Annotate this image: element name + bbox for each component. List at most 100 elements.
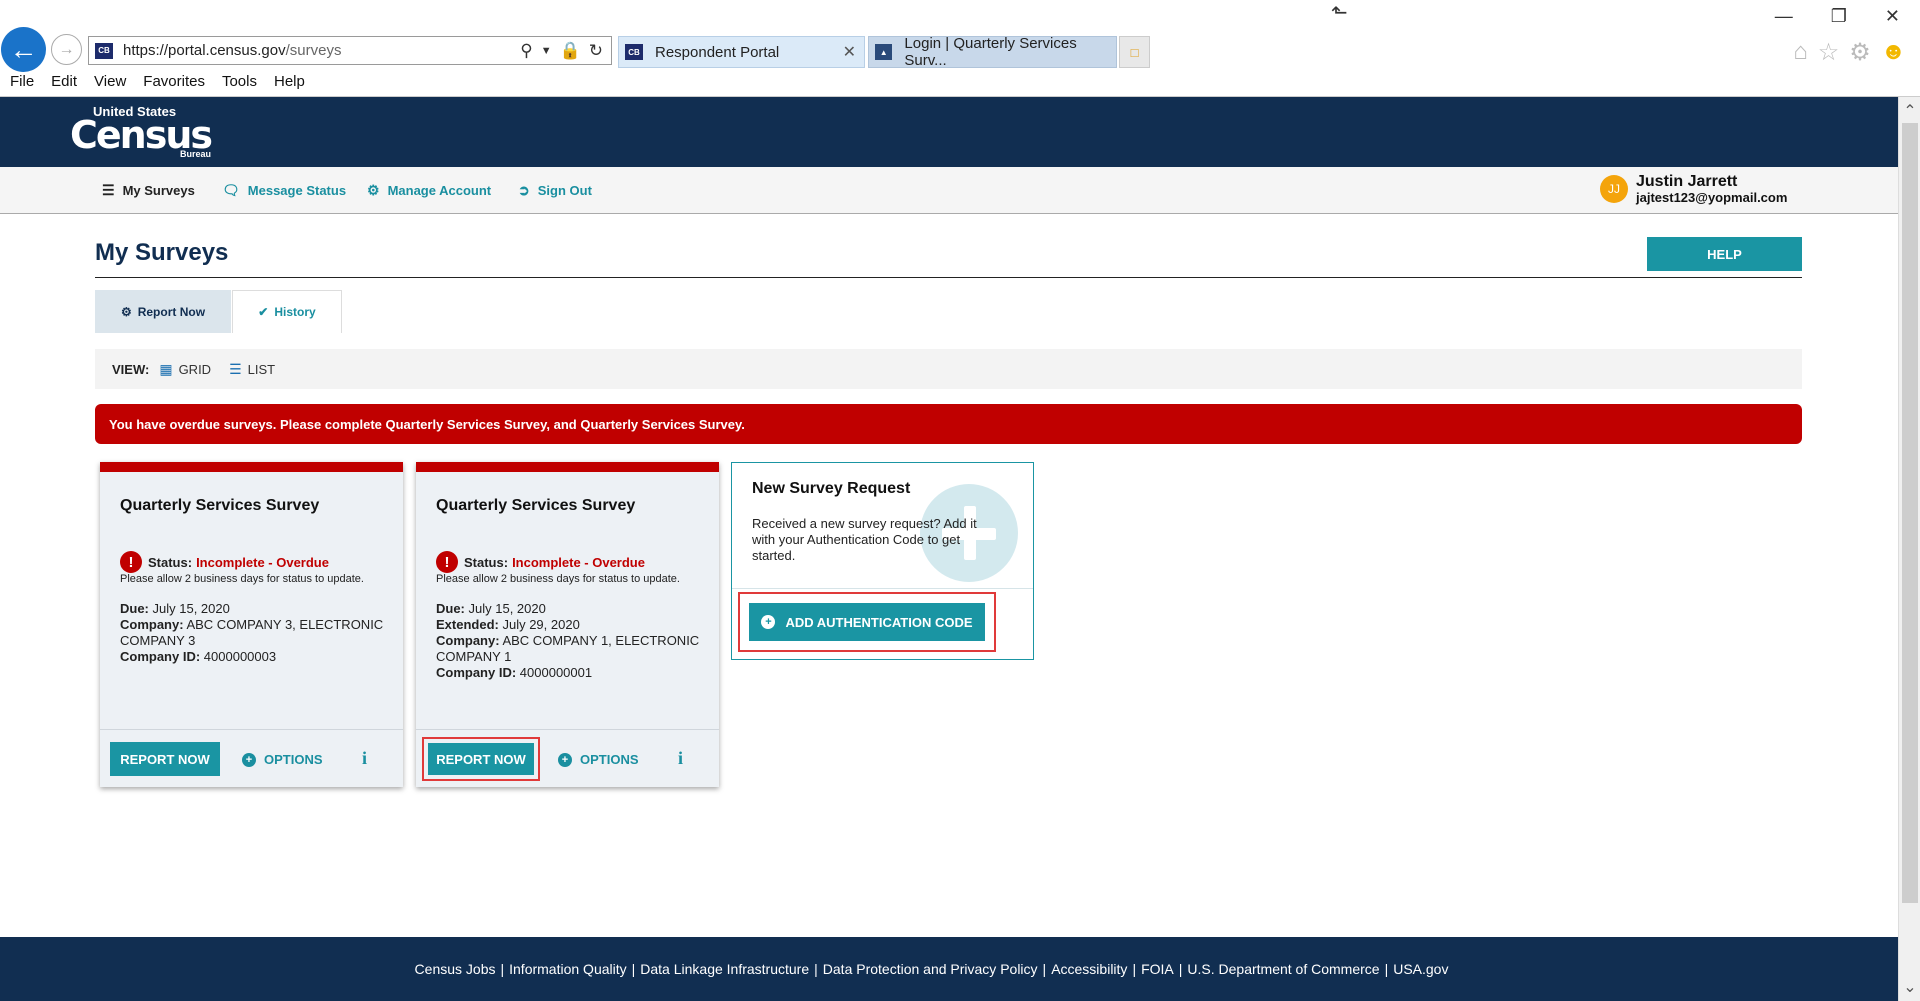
new-survey-title: New Survey Request: [752, 480, 911, 497]
new-survey-description: Received a new survey request? Add it wi…: [752, 516, 977, 563]
gear-icon[interactable]: ⚙: [1849, 38, 1871, 67]
footer-link-commerce[interactable]: U.S. Department of Commerce: [1187, 961, 1379, 977]
footer-separator: |: [1384, 961, 1389, 977]
menu-view[interactable]: View: [94, 73, 126, 90]
lock-icon[interactable]: 🔒: [560, 41, 581, 61]
nav-label: Sign Out: [537, 183, 592, 198]
options-button[interactable]: + OPTIONS: [242, 752, 323, 767]
close-window-icon[interactable]: ✕: [1885, 6, 1900, 27]
arrow-left-icon: ←: [9, 33, 38, 65]
view-grid-option[interactable]: ▦ GRID: [159, 361, 211, 378]
survey-card: Quarterly Services Survey ! Status: Inco…: [100, 462, 403, 787]
due-date: July 15, 2020: [152, 601, 230, 616]
due-label: Due:: [436, 601, 465, 616]
survey-status: ! Status: Incomplete - Overdue: [120, 551, 329, 573]
user-profile[interactable]: JJ Justin Jarrett jajtest123@yopmail.com: [1600, 173, 1787, 205]
due-date: July 15, 2020: [468, 601, 546, 616]
survey-details: Due: July 15, 2020 Company: ABC COMPANY …: [120, 601, 390, 665]
home-icon[interactable]: ⌂: [1793, 38, 1808, 67]
list-icon: ☰: [102, 182, 115, 198]
footer-link-information-quality[interactable]: Information Quality: [509, 961, 627, 977]
tab-favicon-icon: CB: [625, 44, 643, 60]
tab-label: History: [274, 305, 316, 319]
footer-link-foia[interactable]: FOIA: [1141, 961, 1174, 977]
options-label: OPTIONS: [580, 752, 639, 767]
view-list-option[interactable]: ☰ LIST: [229, 361, 275, 378]
minimize-icon[interactable]: —: [1775, 6, 1793, 27]
footer-link-accessibility[interactable]: Accessibility: [1051, 961, 1127, 977]
footer-link-census-jobs[interactable]: Census Jobs: [415, 961, 496, 977]
report-now-button[interactable]: REPORT NOW: [110, 742, 220, 776]
footer-link-usa-gov[interactable]: USA.gov: [1393, 961, 1448, 977]
card-footer: REPORT NOW + OPTIONS i: [416, 729, 719, 787]
plus-circle-icon: +: [242, 752, 256, 767]
survey-title: Quarterly Services Survey: [436, 497, 636, 514]
plus-circle-icon: +: [761, 615, 776, 629]
footer-separator: |: [500, 961, 505, 977]
status-label: Status:: [148, 554, 193, 570]
footer-separator: |: [1178, 961, 1183, 977]
scrollbar-thumb[interactable]: [1902, 123, 1918, 903]
menu-help[interactable]: Help: [274, 73, 305, 90]
menu-file[interactable]: File: [10, 73, 34, 90]
browser-tab-respondent-portal[interactable]: CB Respondent Portal ✕: [618, 36, 865, 68]
company-label: Company:: [120, 617, 184, 632]
info-icon[interactable]: i: [362, 748, 367, 769]
avatar: JJ: [1600, 175, 1628, 203]
button-label: ADD AUTHENTICATION CODE: [785, 614, 973, 630]
smiley-icon[interactable]: ☻: [1881, 38, 1906, 67]
nav-label: My Surveys: [122, 183, 195, 198]
top-navigation: ☰ My Surveys 🗨 Message Status ⚙ Manage A…: [0, 167, 1898, 214]
help-button[interactable]: HELP: [1647, 237, 1802, 271]
scroll-down-icon[interactable]: ⌄: [1899, 977, 1920, 997]
options-button[interactable]: + OPTIONS: [558, 752, 639, 767]
address-url[interactable]: https://portal.census.gov/surveys: [123, 42, 520, 59]
page-title: My Surveys: [95, 239, 229, 266]
tab-history[interactable]: ✔ History: [232, 290, 342, 333]
footer-link-privacy-policy[interactable]: Data Protection and Privacy Policy: [823, 961, 1038, 977]
menu-edit[interactable]: Edit: [51, 73, 77, 90]
report-now-button[interactable]: REPORT NOW: [422, 737, 540, 781]
browser-tab-login[interactable]: ▲ Login | Quarterly Services Surv...: [868, 35, 1117, 69]
survey-status: ! Status: Incomplete - Overdue: [436, 551, 645, 573]
census-logo[interactable]: United States Census Bureau: [70, 105, 213, 159]
menu-favorites[interactable]: Favorites: [143, 73, 205, 90]
survey-details: Due: July 15, 2020 Extended: July 29, 20…: [436, 601, 706, 681]
restore-icon[interactable]: ❐: [1831, 6, 1847, 27]
address-bar[interactable]: CB https://portal.census.gov/surveys ⚲ ▼…: [88, 36, 612, 65]
nav-my-surveys[interactable]: ☰ My Surveys: [102, 182, 195, 199]
status-note: Please allow 2 business days for status …: [436, 573, 680, 585]
nav-sign-out[interactable]: ➲ Sign Out: [518, 182, 592, 199]
list-icon: ☰: [229, 360, 242, 377]
star-icon[interactable]: ☆: [1818, 38, 1840, 67]
vertical-scrollbar[interactable]: ⌃ ⌄: [1898, 97, 1920, 1001]
footer-separator: |: [631, 961, 636, 977]
nav-label: Manage Account: [387, 183, 492, 198]
grid-icon: ▦: [159, 360, 173, 377]
info-icon[interactable]: i: [678, 748, 683, 769]
search-icon[interactable]: ⚲: [520, 41, 532, 61]
site-header: United States Census Bureau: [0, 97, 1898, 167]
back-button[interactable]: ←: [1, 27, 46, 72]
window-controls: — ❐ ✕: [1775, 6, 1900, 27]
new-tab-button[interactable]: □: [1119, 36, 1150, 68]
menu-tools[interactable]: Tools: [222, 73, 257, 90]
footer-link-data-linkage[interactable]: Data Linkage Infrastructure: [640, 961, 809, 977]
site-footer: Census Jobs | Information Quality | Data L…: [0, 937, 1898, 1001]
company-id-label: Company ID:: [436, 665, 517, 680]
nav-manage-account[interactable]: ⚙ Manage Account: [367, 182, 491, 199]
close-icon[interactable]: ✕: [843, 42, 856, 62]
nav-message-status[interactable]: 🗨 Message Status: [222, 182, 346, 199]
extended-date: July 29, 2020: [502, 617, 580, 632]
browser-chrome: ← → CB https://portal.census.gov/surveys…: [0, 0, 1920, 97]
scroll-up-icon[interactable]: ⌃: [1899, 101, 1920, 121]
new-survey-card: New Survey Request Received a new survey…: [731, 462, 1034, 660]
tab-report-now[interactable]: ⚙ Report Now: [95, 290, 231, 333]
view-list-label: LIST: [247, 361, 276, 377]
refresh-icon[interactable]: ↻: [589, 41, 603, 61]
add-authentication-code-button[interactable]: + ADD AUTHENTICATION CODE: [749, 603, 985, 641]
dropdown-icon[interactable]: ▼: [541, 45, 552, 57]
status-label: Status:: [464, 554, 509, 570]
footer-separator: |: [1132, 961, 1137, 977]
forward-button[interactable]: →: [51, 34, 82, 65]
